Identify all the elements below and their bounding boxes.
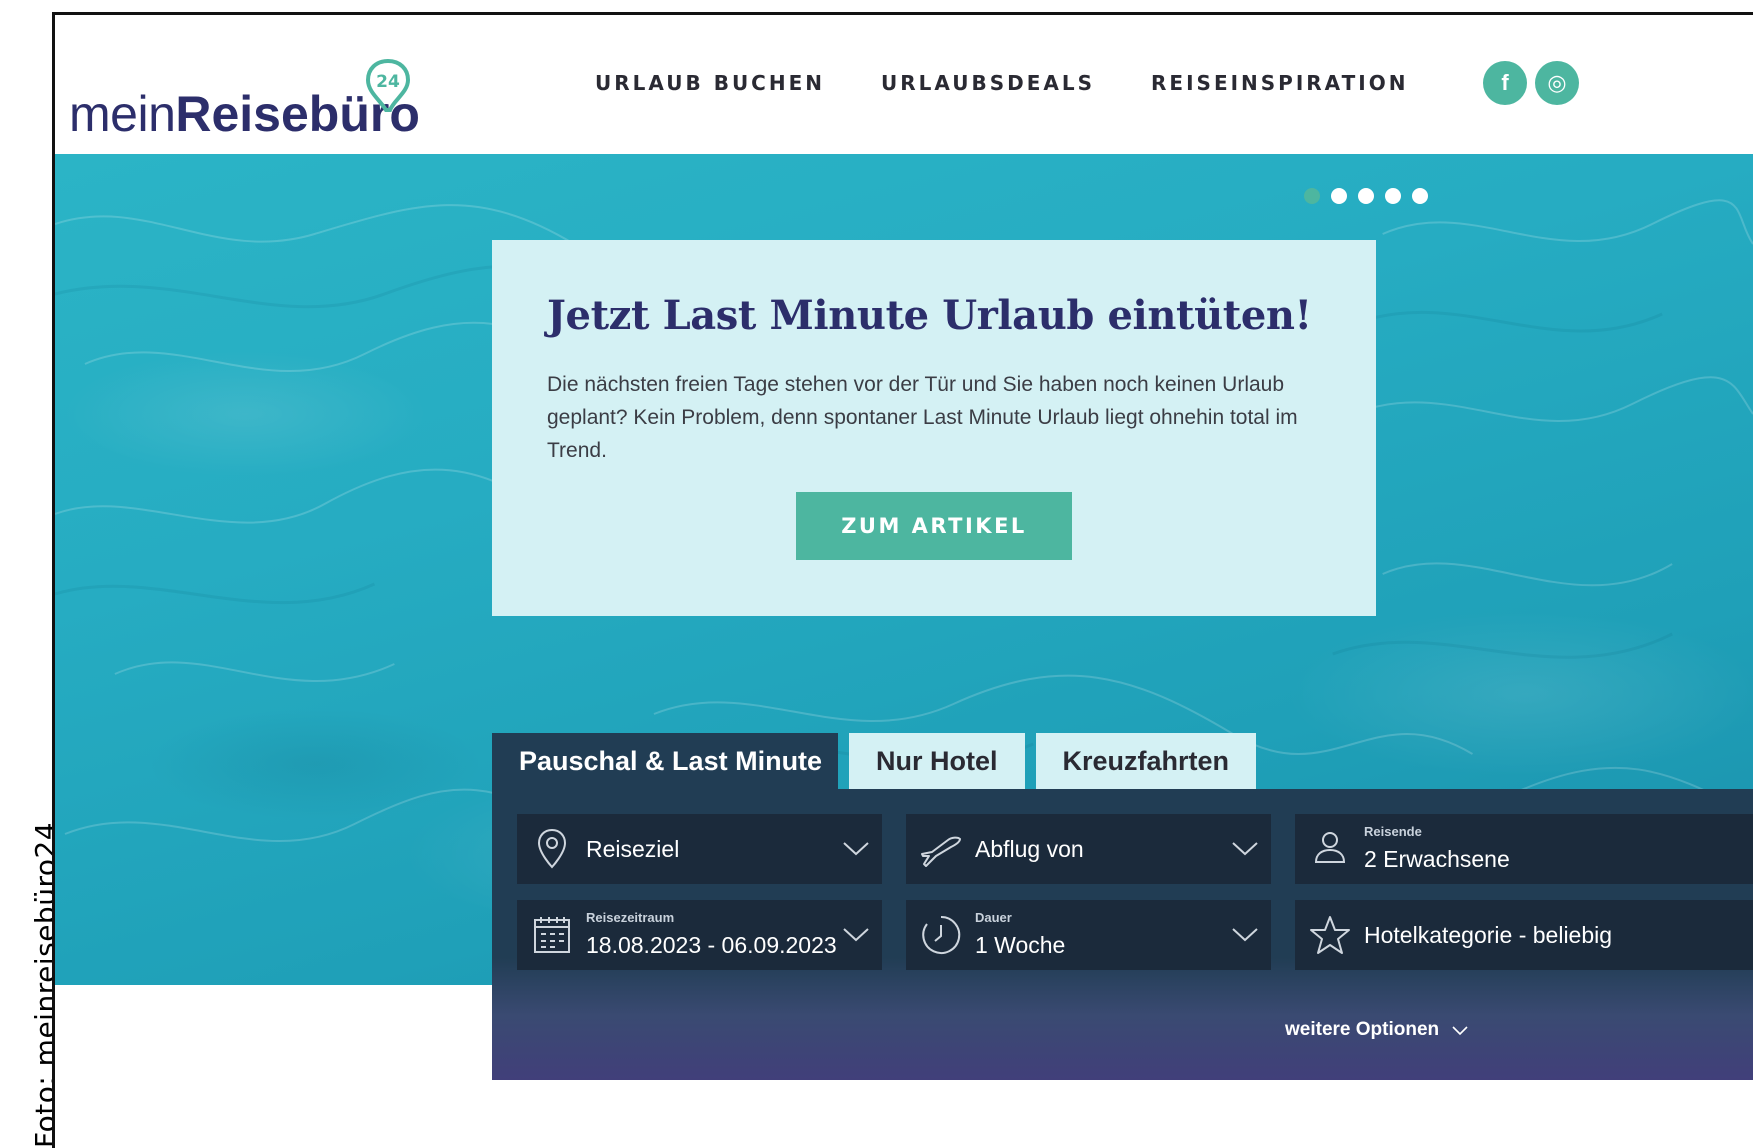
duration-value: 1 Woche <box>975 932 1066 958</box>
more-options-label: weitere Optionen <box>1285 1019 1440 1040</box>
logo-badge-text: 24 <box>376 72 400 92</box>
departure-select[interactable]: Abflug von <box>906 814 1271 884</box>
location-badge-icon: 24 <box>365 58 411 112</box>
hotel-category-select[interactable]: Hotelkategorie - beliebig <box>1295 900 1753 970</box>
nav-item-urlaubsdeals[interactable]: URLAUBSDEALS <box>881 71 1095 95</box>
travel-period-select[interactable]: Reisezeitraum 18.08.2023 - 06.09.2023 <box>517 900 882 970</box>
main-nav: URLAUB BUCHEN URLAUBSDEALS REISEINSPIRAT… <box>595 71 1408 95</box>
tab-pauschal-last-minute[interactable]: Pauschal & Last Minute <box>492 733 838 789</box>
zum-artikel-button[interactable]: ZUM ARTIKEL <box>796 492 1072 560</box>
carousel-dots <box>1304 188 1428 204</box>
carousel-dot-5[interactable] <box>1412 188 1428 204</box>
departure-value: Abflug von <box>975 836 1084 862</box>
promo-title: Jetzt Last Minute Urlaub eintüten! <box>547 292 1312 339</box>
site-header: meinReisebüro 24 URLAUB BUCHEN URLAUBSDE… <box>55 15 1753 154</box>
search-panel: Reiseziel Abflug von Reisende 2 Erwachse… <box>492 789 1753 1080</box>
promo-text: Die nächsten freien Tage stehen vor der … <box>547 373 1298 462</box>
logo[interactable]: meinReisebüro 24 <box>69 45 429 145</box>
travel-period-label: Reisezeitraum <box>586 910 675 925</box>
calendar-icon <box>534 917 570 953</box>
duration-label: Dauer <box>975 910 1012 925</box>
logo-text-light: mein <box>69 86 176 142</box>
travelers-value: 2 Erwachsene <box>1364 846 1510 872</box>
travel-period-value: 18.08.2023 - 06.09.2023 <box>586 932 837 958</box>
facebook-icon[interactable]: f <box>1483 61 1527 105</box>
website-screenshot: meinReisebüro 24 URLAUB BUCHEN URLAUBSDE… <box>52 12 1753 1148</box>
tab-kreuzfahrten[interactable]: Kreuzfahrten <box>1035 733 1257 789</box>
chevron-down-icon <box>1452 1026 1468 1036</box>
more-options-link[interactable]: weitere Optionen <box>1285 1019 1469 1041</box>
chevron-down-icon <box>843 842 869 856</box>
instagram-glyph: ◎ <box>1547 70 1567 95</box>
page: Foto: meinreisebüro24 meinReisebüro 24 U… <box>0 0 1753 1148</box>
star-icon <box>1310 916 1350 954</box>
nav-item-reiseinspiration[interactable]: REISEINSPIRATION <box>1151 71 1408 95</box>
photo-credit: Foto: meinreisebüro24 <box>0 0 62 1148</box>
carousel-dot-4[interactable] <box>1385 188 1401 204</box>
destination-select[interactable]: Reiseziel <box>517 814 882 884</box>
travelers-select[interactable]: Reisende 2 Erwachsene <box>1295 814 1753 884</box>
facebook-glyph: f <box>1501 70 1509 95</box>
map-pin-icon <box>537 828 567 869</box>
chevron-down-icon <box>843 928 869 942</box>
carousel-dot-3[interactable] <box>1358 188 1374 204</box>
nav-item-urlaub-buchen[interactable]: URLAUB BUCHEN <box>595 71 825 95</box>
search-tabs: Pauschal & Last Minute Nur Hotel Kreuzfa… <box>492 733 1257 789</box>
hotel-category-value: Hotelkategorie - beliebig <box>1364 922 1613 948</box>
person-icon <box>1314 832 1346 863</box>
chevron-down-icon <box>1232 928 1258 942</box>
duration-select[interactable]: Dauer 1 Woche <box>906 900 1271 970</box>
carousel-dot-2[interactable] <box>1331 188 1347 204</box>
chevron-down-icon <box>1232 842 1258 856</box>
airplane-icon <box>921 836 961 867</box>
travelers-label: Reisende <box>1364 824 1422 839</box>
promo-card: Jetzt Last Minute Urlaub eintüten! Die n… <box>492 240 1376 616</box>
carousel-dot-1[interactable] <box>1304 188 1320 204</box>
tab-nur-hotel[interactable]: Nur Hotel <box>849 733 1025 789</box>
destination-value: Reiseziel <box>586 836 680 862</box>
clock-icon <box>922 915 961 954</box>
instagram-icon[interactable]: ◎ <box>1535 61 1579 105</box>
